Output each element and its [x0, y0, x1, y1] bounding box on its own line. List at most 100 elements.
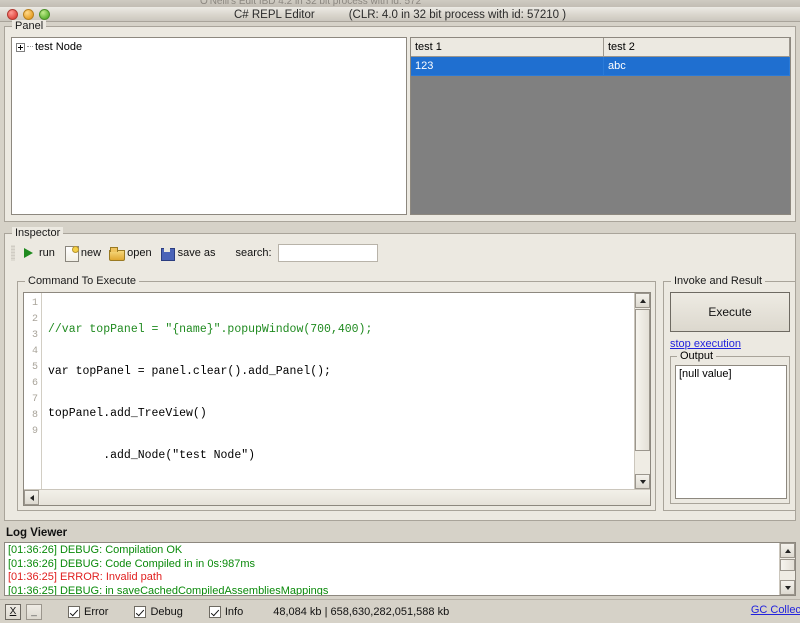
line-number-gutter: 1 2 3 4 5 6 7 8 9 — [24, 293, 42, 489]
filter-error-label: Error — [84, 606, 108, 618]
data-grid-view[interactable]: test 1 test 2 123 abc — [410, 37, 791, 215]
horizontal-scroll-track[interactable] — [40, 490, 650, 505]
save-as-button-label: save as — [178, 247, 216, 259]
line-number: 2 — [24, 312, 41, 328]
command-groupbox-legend: Command To Execute — [25, 275, 139, 287]
plus-expander-icon[interactable] — [16, 43, 25, 52]
command-to-execute-groupbox: Command To Execute 1 2 3 4 5 6 7 8 9 — [17, 281, 656, 511]
line-number: 6 — [24, 376, 41, 392]
log-viewer-title: Log Viewer — [6, 527, 67, 539]
run-button[interactable]: run — [19, 245, 61, 262]
line-number: 1 — [24, 296, 41, 312]
tree-node-label: test Node — [35, 41, 82, 53]
editor-vertical-scrollbar[interactable] — [634, 293, 650, 489]
inspector-groupbox: Inspector run new open save as search: — [4, 233, 796, 521]
data-grid-header-cell[interactable]: test 1 — [411, 38, 604, 57]
code-text-area[interactable]: //var topPanel = "{name}".popupWindow(70… — [42, 293, 650, 489]
line-number: 5 — [24, 360, 41, 376]
background-window-ghost-text: O'Neill's Edit IBD 4.2 in 32 bit process… — [200, 0, 421, 7]
line-number: 8 — [24, 408, 41, 424]
save-as-button[interactable]: save as — [158, 245, 222, 262]
code-line: var topPanel = panel.clear().add_Panel()… — [48, 364, 650, 380]
tree-view[interactable]: test Node — [11, 37, 407, 215]
line-number: 4 — [24, 344, 41, 360]
scrollbar-thumb[interactable] — [635, 309, 650, 451]
invoke-groupbox-legend: Invoke and Result — [671, 275, 765, 287]
inspector-groupbox-legend: Inspector — [12, 227, 63, 239]
code-line: //var topPanel = "{name}".popupWindow(70… — [48, 322, 650, 338]
search-input[interactable] — [278, 244, 378, 262]
filter-info-label: Info — [225, 606, 243, 618]
output-text-box[interactable]: [null value] — [675, 365, 787, 499]
log-scrollbar-thumb[interactable] — [780, 559, 795, 571]
tree-connector-line — [27, 46, 33, 48]
scroll-down-button[interactable] — [635, 474, 650, 489]
data-grid-header-row: test 1 test 2 — [411, 38, 790, 57]
memory-usage-text: 48,084 kb | 658,630,282,051,588 kb — [273, 606, 449, 618]
new-document-icon — [63, 246, 78, 261]
minimize-log-button[interactable]: _ — [26, 604, 42, 620]
tree-node-test-node[interactable]: test Node — [12, 38, 406, 53]
gc-collect-link[interactable]: GC Collect — [751, 604, 800, 616]
line-number: 9 — [24, 424, 41, 440]
run-button-label: run — [39, 247, 55, 259]
floppy-disk-icon — [160, 246, 175, 261]
toolbar-grip-handle[interactable] — [11, 245, 15, 261]
line-number: 3 — [24, 328, 41, 344]
open-button[interactable]: open — [107, 245, 157, 262]
code-line: .add_Node("test Node") — [48, 448, 650, 464]
inspector-toolbar: run new open save as search: — [11, 242, 378, 264]
filter-error-checkbox[interactable]: Error — [68, 606, 108, 618]
background-window-strip: O'Neill's Edit IBD 4.2 in 32 bit process… — [0, 0, 800, 7]
table-row[interactable]: 123 abc — [411, 57, 790, 76]
log-entry-list: [01:36:26] DEBUG: Compilation OK [01:36:… — [8, 544, 778, 596]
play-icon — [21, 246, 36, 261]
output-groupbox-legend: Output — [677, 350, 716, 362]
log-scroll-up-button[interactable] — [780, 543, 795, 558]
log-entry: [01:36:26] DEBUG: Code Compiled in in 0s… — [8, 558, 778, 572]
log-vertical-scrollbar[interactable] — [779, 543, 795, 595]
panel-groupbox: Panel test Node test 1 test 2 123 abc — [4, 26, 796, 222]
output-groupbox: Output [null value] — [670, 356, 790, 504]
stop-execution-link[interactable]: stop execution — [670, 338, 741, 350]
data-grid-cell[interactable]: abc — [604, 57, 790, 76]
execute-button[interactable]: Execute — [670, 292, 790, 332]
data-grid-header-cell[interactable]: test 2 — [604, 38, 790, 57]
new-button[interactable]: new — [61, 245, 107, 262]
line-number: 7 — [24, 392, 41, 408]
chevron-down-icon — [640, 480, 646, 484]
log-viewer-box[interactable]: [01:36:26] DEBUG: Compilation OK [01:36:… — [4, 542, 796, 596]
checkbox-checked-icon[interactable] — [134, 606, 146, 618]
checkbox-checked-icon[interactable] — [68, 606, 80, 618]
status-bar: X _ Error Debug Info 48,084 kb | 658,630… — [0, 599, 800, 623]
scroll-up-button[interactable] — [635, 293, 650, 308]
new-button-label: new — [81, 247, 101, 259]
log-scroll-down-button[interactable] — [780, 580, 795, 595]
invoke-and-result-groupbox: Invoke and Result Execute stop execution… — [663, 281, 796, 511]
code-editor[interactable]: 1 2 3 4 5 6 7 8 9 //var topPanel = "{nam… — [23, 292, 651, 506]
filter-debug-checkbox[interactable]: Debug — [134, 606, 182, 618]
log-entry: [01:36:25] ERROR: Invalid path — [8, 571, 778, 585]
app-window: O'Neill's Edit IBD 4.2 in 32 bit process… — [0, 0, 800, 623]
search-label: search: — [236, 247, 272, 259]
scroll-left-button[interactable] — [24, 490, 39, 505]
filter-info-checkbox[interactable]: Info — [209, 606, 243, 618]
editor-horizontal-scrollbar[interactable] — [24, 489, 650, 505]
filter-debug-label: Debug — [150, 606, 182, 618]
folder-open-icon — [109, 246, 124, 261]
panel-groupbox-legend: Panel — [12, 20, 46, 32]
code-line: topPanel.add_TreeView() — [48, 406, 650, 422]
app-title-text: C# REPL Editor — [234, 9, 315, 21]
log-entry: [01:36:25] DEBUG: in saveCachedCompiledA… — [8, 585, 778, 597]
chevron-left-icon — [30, 495, 34, 501]
log-entry: [01:36:26] DEBUG: Compilation OK — [8, 544, 778, 558]
chevron-up-icon — [785, 549, 791, 553]
title-bar: C# REPL Editor (CLR: 4.0 in 32 bit proces… — [0, 7, 800, 22]
data-grid-cell[interactable]: 123 — [411, 57, 604, 76]
chevron-up-icon — [640, 299, 646, 303]
clear-log-button[interactable]: X — [5, 604, 21, 620]
chevron-down-icon — [785, 586, 791, 590]
code-editor-body[interactable]: 1 2 3 4 5 6 7 8 9 //var topPanel = "{nam… — [24, 293, 650, 489]
clr-info-text: (CLR: 4.0 in 32 bit process with id: 572… — [349, 9, 566, 21]
checkbox-checked-icon[interactable] — [209, 606, 221, 618]
